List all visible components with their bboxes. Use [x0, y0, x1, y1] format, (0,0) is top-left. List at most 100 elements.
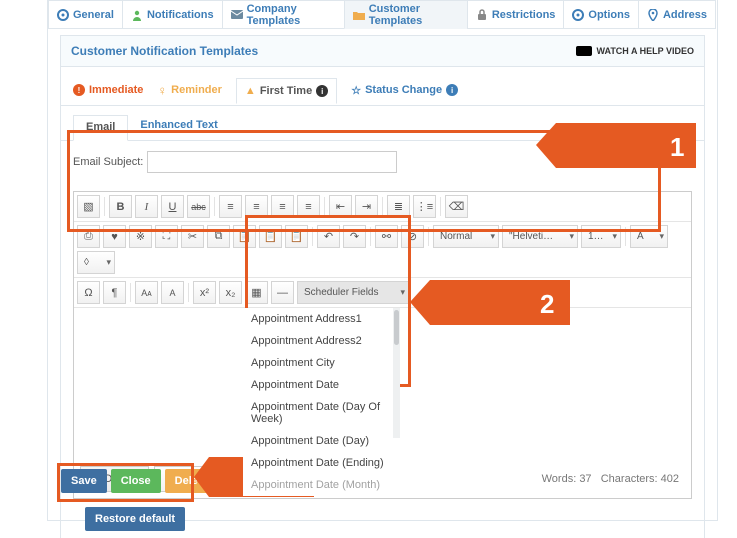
case-icon[interactable]: Aᴀ — [135, 281, 158, 304]
redo-icon[interactable]: ↷ — [343, 225, 366, 248]
tab-label: Customer Templates — [369, 3, 459, 27]
align-center-icon[interactable]: ≡ — [245, 195, 268, 218]
help-video-link[interactable]: WATCH A HELP VIDEO — [576, 36, 694, 66]
subscript-icon[interactable]: x₂ — [219, 281, 242, 304]
panel-title: Customer Notification Templates — [71, 36, 258, 66]
mail-icon — [231, 9, 243, 21]
fullscreen-icon[interactable]: ⛶ — [155, 225, 178, 248]
tab-label: Address — [663, 9, 707, 21]
video-icon — [576, 46, 592, 56]
warning-icon: ▲ — [245, 85, 256, 97]
align-right-icon[interactable]: ≡ — [271, 195, 294, 218]
editor-stats: Words: 37 Characters: 402 — [542, 473, 685, 485]
bg-color-select[interactable]: ◊ — [77, 251, 115, 274]
tab-general[interactable]: General — [48, 0, 123, 29]
restore-default-button[interactable]: Restore default — [85, 507, 185, 531]
format-select[interactable]: Normal — [433, 225, 499, 248]
subject-input[interactable] — [147, 151, 397, 173]
tab-address[interactable]: Address — [638, 0, 716, 29]
star-icon: ☆ — [351, 84, 361, 97]
char-icon[interactable]: ¶ — [103, 281, 126, 304]
clear-format-icon[interactable]: ⌫ — [445, 195, 468, 218]
cut-icon[interactable]: ✂ — [181, 225, 204, 248]
print-icon[interactable]: ⎙ — [77, 225, 100, 248]
paste-text-icon[interactable]: 📋 — [259, 225, 282, 248]
rich-text-editor: ▧ B I U abc ≡ ≡ ≡ ≡ ⇤ ⇥ ≣ ⋮≡ ⌫ ⎙ — [73, 191, 692, 499]
scheduler-fields-dropdown: Appointment Address1 Appointment Address… — [243, 308, 393, 496]
person-icon — [131, 9, 143, 21]
align-left-icon[interactable]: ≡ — [219, 195, 242, 218]
tab-options[interactable]: Options — [563, 0, 639, 29]
top-nav: General Notifications Company Templates … — [49, 0, 716, 27]
symbol-icon[interactable]: Ω — [77, 281, 100, 304]
strike-button[interactable]: abc — [187, 195, 210, 218]
undo-icon[interactable]: ↶ — [317, 225, 340, 248]
dropdown-item[interactable]: Appointment Date (Month) — [243, 474, 393, 496]
attach-icon[interactable]: ※ — [129, 225, 152, 248]
tab-first-time[interactable]: ▲ First Time i — [236, 78, 337, 104]
tab-label: Immediate — [89, 84, 143, 96]
dropdown-item[interactable]: Appointment Date — [243, 374, 393, 396]
paste-word-icon[interactable]: 📋 — [285, 225, 308, 248]
link-icon[interactable]: ⚯ — [375, 225, 398, 248]
tab-label: Restrictions — [492, 9, 556, 21]
tab-notifications[interactable]: Notifications — [122, 0, 223, 29]
tab-enhanced-text[interactable]: Enhanced Text — [128, 114, 229, 140]
copy-icon[interactable]: ⧉ — [207, 225, 230, 248]
underline-button[interactable]: U — [161, 195, 184, 218]
tab-label: Options — [588, 9, 630, 21]
save-button[interactable]: Save — [61, 469, 107, 493]
paste-icon[interactable]: 📋 — [233, 225, 256, 248]
close-button[interactable]: Close — [111, 469, 161, 493]
tab-email[interactable]: Email — [73, 115, 128, 141]
lock-icon — [476, 9, 488, 21]
gear-icon — [57, 9, 69, 21]
alert-icon: ! — [73, 84, 85, 96]
callout-number: 1 — [670, 132, 684, 163]
italic-button[interactable]: I — [135, 195, 158, 218]
list-ul-icon[interactable]: ⋮≡ — [413, 195, 436, 218]
bulb-icon: ♀ — [157, 83, 167, 98]
scheduler-fields-select[interactable]: Scheduler Fields — [297, 281, 409, 304]
font-select[interactable]: "Helveti… — [502, 225, 578, 248]
align-justify-icon[interactable]: ≡ — [297, 195, 320, 218]
tab-label: General — [73, 9, 114, 21]
unlink-icon[interactable]: ⊘ — [401, 225, 424, 248]
dropdown-item[interactable]: Appointment Date (Day) — [243, 430, 393, 452]
editor-body[interactable]: Appointment Address1 Appointment Address… — [74, 308, 691, 460]
superscript-icon[interactable]: x² — [193, 281, 216, 304]
heart-icon[interactable]: ♥ — [103, 225, 126, 248]
gear-icon — [572, 9, 584, 21]
tab-label: First Time — [260, 85, 312, 97]
dropdown-item[interactable]: Appointment Address1 — [243, 308, 393, 330]
folder-icon — [353, 9, 365, 21]
hr-icon[interactable]: — — [271, 281, 294, 304]
tab-label: Company Templates — [247, 3, 336, 27]
text-color-select[interactable]: A — [630, 225, 668, 248]
info-icon[interactable]: i — [446, 84, 458, 96]
font-icon[interactable]: A — [161, 281, 184, 304]
dropdown-item[interactable]: Appointment City — [243, 352, 393, 374]
size-select[interactable]: 1… — [581, 225, 621, 248]
tab-immediate[interactable]: ! Immediate — [73, 84, 143, 96]
subject-label: Email Subject: — [73, 156, 143, 168]
list-ol-icon[interactable]: ≣ — [387, 195, 410, 218]
table-icon[interactable]: ▦ — [245, 281, 268, 304]
pin-icon — [647, 9, 659, 21]
dropdown-item[interactable]: Appointment Date (Day Of Week) — [243, 396, 393, 430]
notification-type-tabs: ! Immediate ♀Reminder ▲ First Time i ☆Statu… — [61, 67, 704, 106]
indent-icon[interactable]: ⇥ — [355, 195, 378, 218]
tab-reminder[interactable]: ♀Reminder — [157, 83, 222, 98]
tab-status-change[interactable]: ☆Status Changei — [351, 84, 458, 97]
callout-number: 2 — [540, 289, 554, 320]
dropdown-scrollbar[interactable] — [393, 308, 400, 438]
tab-company-templates[interactable]: Company Templates — [222, 0, 345, 29]
dropdown-item[interactable]: Appointment Date (Ending) — [243, 452, 393, 474]
tab-customer-templates[interactable]: Customer Templates — [344, 0, 468, 29]
info-icon[interactable]: i — [316, 85, 328, 97]
outdent-icon[interactable]: ⇤ — [329, 195, 352, 218]
bold-button[interactable]: B — [109, 195, 132, 218]
tab-restrictions[interactable]: Restrictions — [467, 0, 565, 29]
dropdown-item[interactable]: Appointment Address2 — [243, 330, 393, 352]
image-icon[interactable]: ▧ — [77, 195, 100, 218]
